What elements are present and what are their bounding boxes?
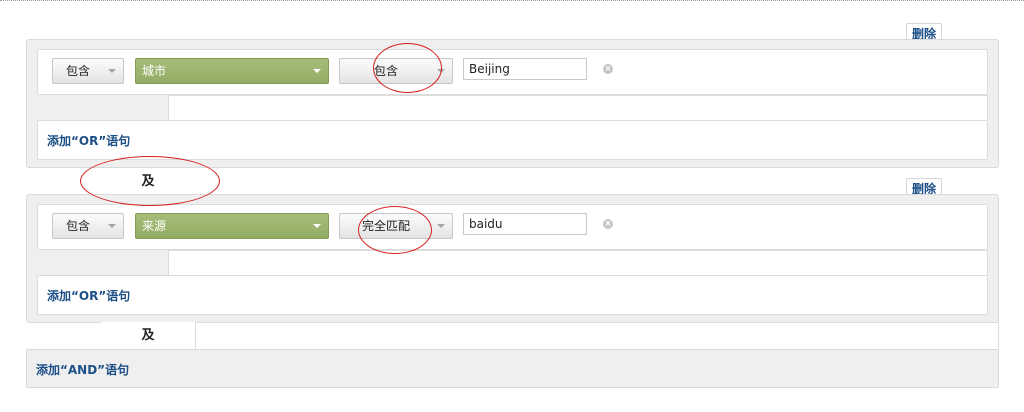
chevron-down-icon <box>313 224 321 228</box>
include-select-2[interactable]: 包含 <box>52 213 124 239</box>
chevron-down-icon <box>437 224 445 228</box>
match-type-select-1[interactable]: 包含 <box>339 58 453 84</box>
chevron-down-icon <box>108 224 116 228</box>
include-select-label: 包含 <box>65 64 90 78</box>
dimension-select-2[interactable]: 来源 <box>135 213 329 239</box>
or-slot-2 <box>168 250 988 275</box>
include-select-label: 包含 <box>65 219 90 233</box>
dimension-select-label: 城市 <box>142 64 167 78</box>
match-type-label: 完全匹配 <box>361 219 410 233</box>
clear-x-icon[interactable]: × <box>603 219 613 229</box>
top-divider <box>0 0 1024 1</box>
and-connector-2: 及 <box>101 322 195 349</box>
chevron-down-icon <box>313 69 321 73</box>
dimension-select-label: 来源 <box>142 219 167 233</box>
clear-x-icon[interactable]: × <box>603 64 613 74</box>
add-and-statement[interactable]: 添加“AND”语句 <box>26 349 999 388</box>
and-slot <box>195 322 999 350</box>
add-or-link[interactable]: 添加“OR”语句 <box>47 132 130 149</box>
dimension-select-1[interactable]: 城市 <box>135 58 329 84</box>
and-connector-1: 及 <box>101 168 195 195</box>
filter-group-2: 包含 来源 完全匹配 × 或 添加“OR”语句 <box>26 194 999 323</box>
or-slot-1 <box>168 95 988 120</box>
value-input-2[interactable] <box>463 213 587 235</box>
add-or-statement-2[interactable]: 添加“OR”语句 <box>37 275 988 315</box>
match-type-select-2[interactable]: 完全匹配 <box>339 213 453 239</box>
chevron-down-icon <box>108 69 116 73</box>
add-and-link[interactable]: 添加“AND”语句 <box>36 361 129 378</box>
add-or-link[interactable]: 添加“OR”语句 <box>47 287 130 304</box>
filter-group-1: 包含 城市 包含 × 或 添加“OR”语句 <box>26 39 999 168</box>
include-select-1[interactable]: 包含 <box>52 58 124 84</box>
chevron-down-icon <box>437 69 445 73</box>
value-input-1[interactable] <box>463 58 587 80</box>
condition-row-1: 包含 城市 包含 × <box>37 49 988 95</box>
condition-row-2: 包含 来源 完全匹配 × <box>37 204 988 250</box>
match-type-label: 包含 <box>373 64 398 78</box>
add-or-statement-1[interactable]: 添加“OR”语句 <box>37 120 988 160</box>
